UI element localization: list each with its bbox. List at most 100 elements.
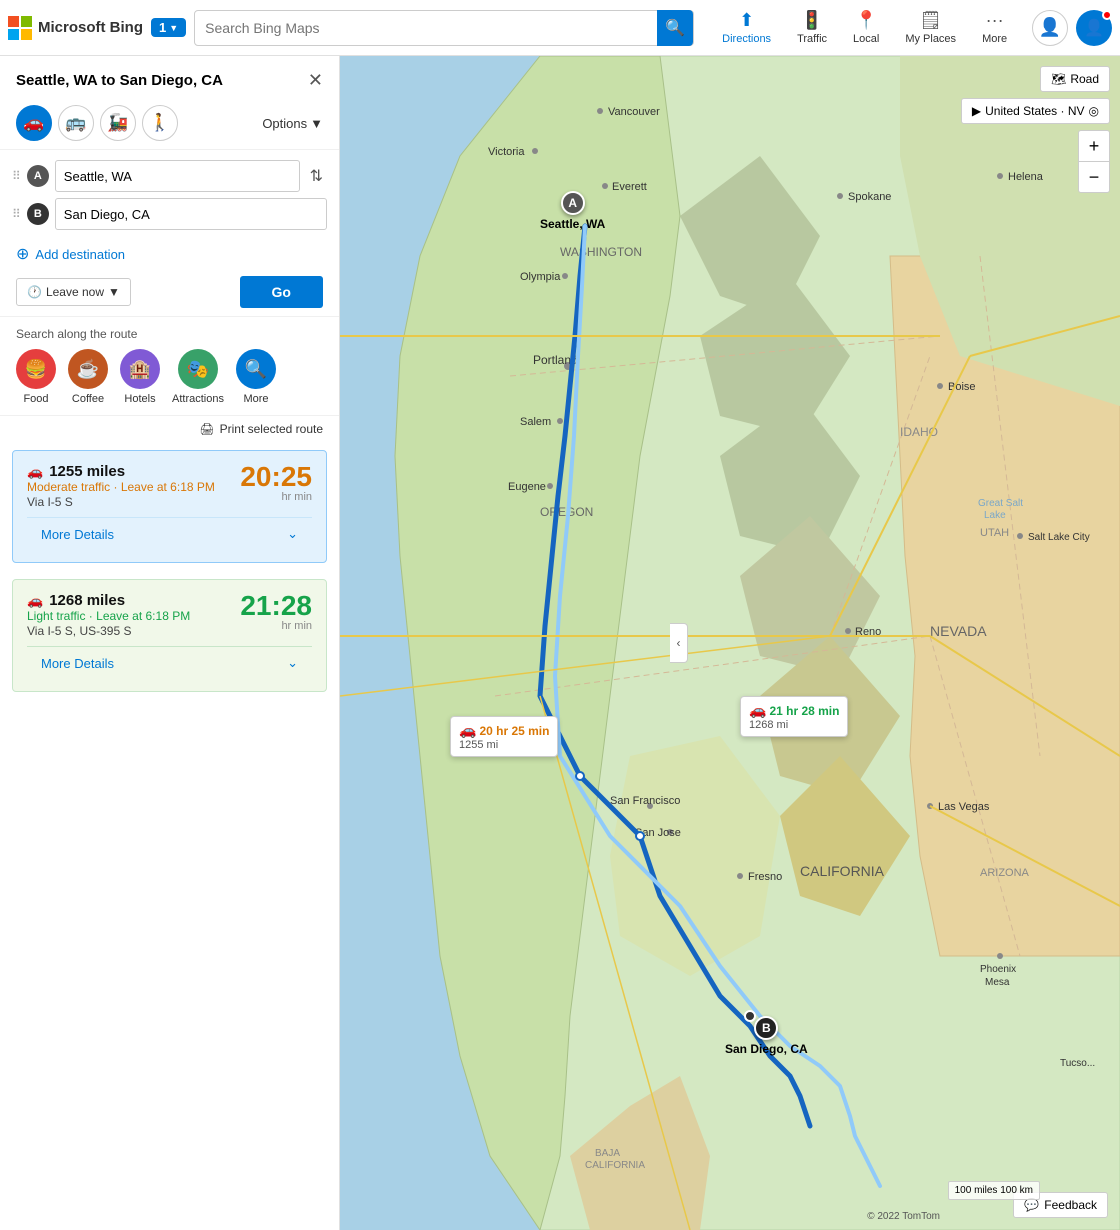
transport-transit-button[interactable]: 🚌 xyxy=(58,105,94,141)
more-icon: ··· xyxy=(986,10,1004,31)
marker-b-label: San Diego, CA xyxy=(725,1042,808,1056)
swap-waypoints-button[interactable]: ⇅ xyxy=(306,166,327,186)
bing-logo-icon xyxy=(8,16,32,40)
poi-attractions[interactable]: 🎭 Attractions xyxy=(172,349,224,405)
svg-text:San Francisco: San Francisco xyxy=(610,795,680,807)
poi-food[interactable]: 🍔 Food xyxy=(16,349,56,405)
destination-row: ⠿ B xyxy=(12,198,327,230)
svg-text:NEVADA: NEVADA xyxy=(930,623,987,639)
car-icon-1: 🚗 xyxy=(27,464,43,480)
map-area[interactable]: WASHINGTON OREGON IDAHO NEVADA CALIFORNI… xyxy=(340,56,1120,1230)
notification-dot xyxy=(1102,10,1112,20)
leave-chevron-icon: ▼ xyxy=(108,285,120,299)
bing-wordmark: Microsoft Bing xyxy=(38,19,143,36)
nav-item-directions[interactable]: ⬆ Directions xyxy=(710,6,783,49)
poi-more-icon: 🔍 xyxy=(236,349,276,389)
tab-chevron-icon: ▼ xyxy=(169,23,178,33)
nav-items: ⬆ Directions 🚦 Traffic 📍 Local 🗒 My Plac… xyxy=(710,6,1019,49)
drag-handle-a: ⠿ xyxy=(12,169,21,183)
bing-logo: Microsoft Bing xyxy=(8,16,143,40)
location-icon: ◎ xyxy=(1089,104,1099,118)
transport-train-button[interactable]: 🚂 xyxy=(100,105,136,141)
svg-text:Phoenix: Phoenix xyxy=(980,964,1016,975)
main-layout: Seattle, WA to San Diego, CA ✕ 🚗 🚌 🚂 🚶 O… xyxy=(0,56,1120,1230)
svg-text:Fresno: Fresno xyxy=(748,871,782,883)
route-bubble-2[interactable]: 🚗 21 hr 28 min 1268 mi xyxy=(740,696,848,737)
route-card-2[interactable]: 🚗 1268 miles Light traffic · Leave at 6:… xyxy=(12,579,327,692)
leave-now-button[interactable]: 🕐 Leave now ▼ xyxy=(16,278,131,306)
transport-drive-button[interactable]: 🚗 xyxy=(16,105,52,141)
origin-input[interactable] xyxy=(55,160,300,192)
nav-item-myplaces[interactable]: 🗒 My Places xyxy=(893,6,968,49)
transport-walk-button[interactable]: 🚶 xyxy=(142,105,178,141)
chevron-down-icon-1: ⌄ xyxy=(287,526,298,542)
region-button[interactable]: ▶ United States · NV ◎ xyxy=(961,98,1110,124)
svg-text:Great Salt: Great Salt xyxy=(978,498,1023,509)
sidebar-collapse-button[interactable]: ‹ xyxy=(670,623,688,663)
print-row[interactable]: 🖨 Print selected route xyxy=(0,415,339,442)
svg-text:Victoria: Victoria xyxy=(488,146,525,158)
zoom-out-button[interactable]: − xyxy=(1079,162,1109,192)
svg-text:Eugene: Eugene xyxy=(508,481,546,493)
poi-more[interactable]: 🔍 More xyxy=(236,349,276,405)
drag-handle-b: ⠿ xyxy=(12,207,21,221)
marker-seattle: A Seattle, WA xyxy=(540,191,605,231)
svg-text:Tucso...: Tucso... xyxy=(1060,1058,1095,1069)
options-button[interactable]: Options ▼ xyxy=(262,116,323,131)
search-input[interactable] xyxy=(205,20,657,36)
route-bubble-2-miles: 1268 mi xyxy=(749,719,839,731)
go-button[interactable]: Go xyxy=(240,276,323,308)
nav-item-traffic[interactable]: 🚦 Traffic xyxy=(785,6,839,49)
marker-b-dot: B xyxy=(754,1016,778,1040)
poi-coffee-icon: ☕ xyxy=(68,349,108,389)
map-overlay-top-right: 🗺 Road ▶ United States · NV ◎ + − xyxy=(961,66,1110,193)
svg-text:Mesa: Mesa xyxy=(985,977,1010,988)
svg-text:CALIFORNIA: CALIFORNIA xyxy=(585,1160,645,1171)
route-bubble-1[interactable]: 🚗 20 hr 25 min 1255 mi xyxy=(450,716,558,757)
sign-in-button[interactable]: 👤 xyxy=(1032,10,1068,46)
options-chevron-icon: ▼ xyxy=(310,116,323,131)
svg-text:ARIZONA: ARIZONA xyxy=(980,867,1030,879)
bubble-car-icon-2: 🚗 xyxy=(749,702,766,719)
avatar-button[interactable]: 👤 xyxy=(1076,10,1112,46)
poi-coffee[interactable]: ☕ Coffee xyxy=(68,349,108,405)
svg-text:CALIFORNIA: CALIFORNIA xyxy=(800,863,885,879)
search-button[interactable]: 🔍 xyxy=(657,10,693,46)
marker-san-diego: B San Diego, CA xyxy=(725,1016,808,1056)
copyright-text: © 2022 TomTom xyxy=(867,1211,940,1222)
svg-text:Everett: Everett xyxy=(612,181,647,193)
traffic-icon: 🚦 xyxy=(801,10,823,31)
svg-text:Spokane: Spokane xyxy=(848,191,891,203)
route-1-more-details[interactable]: More Details ⌄ xyxy=(27,517,312,550)
poi-attractions-icon: 🎭 xyxy=(178,349,218,389)
marker-a-dot: A xyxy=(561,191,585,215)
route-2-car-row: 🚗 1268 miles xyxy=(27,592,190,609)
svg-text:Salem: Salem xyxy=(520,416,551,428)
poi-hotels[interactable]: 🏨 Hotels xyxy=(120,349,160,405)
topnav: Microsoft Bing 1 ▼ 🔍 ⬆ Directions 🚦 Traf… xyxy=(0,0,1120,56)
tab-counter[interactable]: 1 ▼ xyxy=(151,18,186,37)
svg-text:Olympia: Olympia xyxy=(520,271,561,283)
route-2-header: 🚗 1268 miles Light traffic · Leave at 6:… xyxy=(27,592,312,638)
destination-input[interactable] xyxy=(55,198,327,230)
svg-text:BAJA: BAJA xyxy=(595,1148,620,1159)
search-bar-container: 🔍 xyxy=(194,10,694,46)
marker-a-label: Seattle, WA xyxy=(540,217,605,231)
svg-text:Lake: Lake xyxy=(984,510,1006,521)
route-2-time: 21:28 xyxy=(240,592,312,620)
road-view-button[interactable]: 🗺 Road xyxy=(1040,66,1110,92)
route-bubble-1-miles: 1255 mi xyxy=(459,739,549,751)
waypoint-b-marker: B xyxy=(27,203,49,225)
route-2-time-block: 21:28 hr min xyxy=(240,592,312,632)
zoom-in-button[interactable]: + xyxy=(1079,131,1109,161)
scale-bar: 100 miles 100 km xyxy=(948,1181,1040,1200)
nav-item-local[interactable]: 📍 Local xyxy=(841,6,891,49)
route-card-1[interactable]: 🚗 1255 miles Moderate traffic · Leave at… xyxy=(12,450,327,563)
local-icon: 📍 xyxy=(855,10,877,31)
close-sidebar-button[interactable]: ✕ xyxy=(308,70,323,91)
nav-item-more[interactable]: ··· More xyxy=(970,6,1019,49)
route-1-time-block: 20:25 hr min xyxy=(240,463,312,503)
add-destination-row[interactable]: ⊕ Add destination xyxy=(0,240,339,268)
poi-food-icon: 🍔 xyxy=(16,349,56,389)
route-2-more-details[interactable]: More Details ⌄ xyxy=(27,646,312,679)
